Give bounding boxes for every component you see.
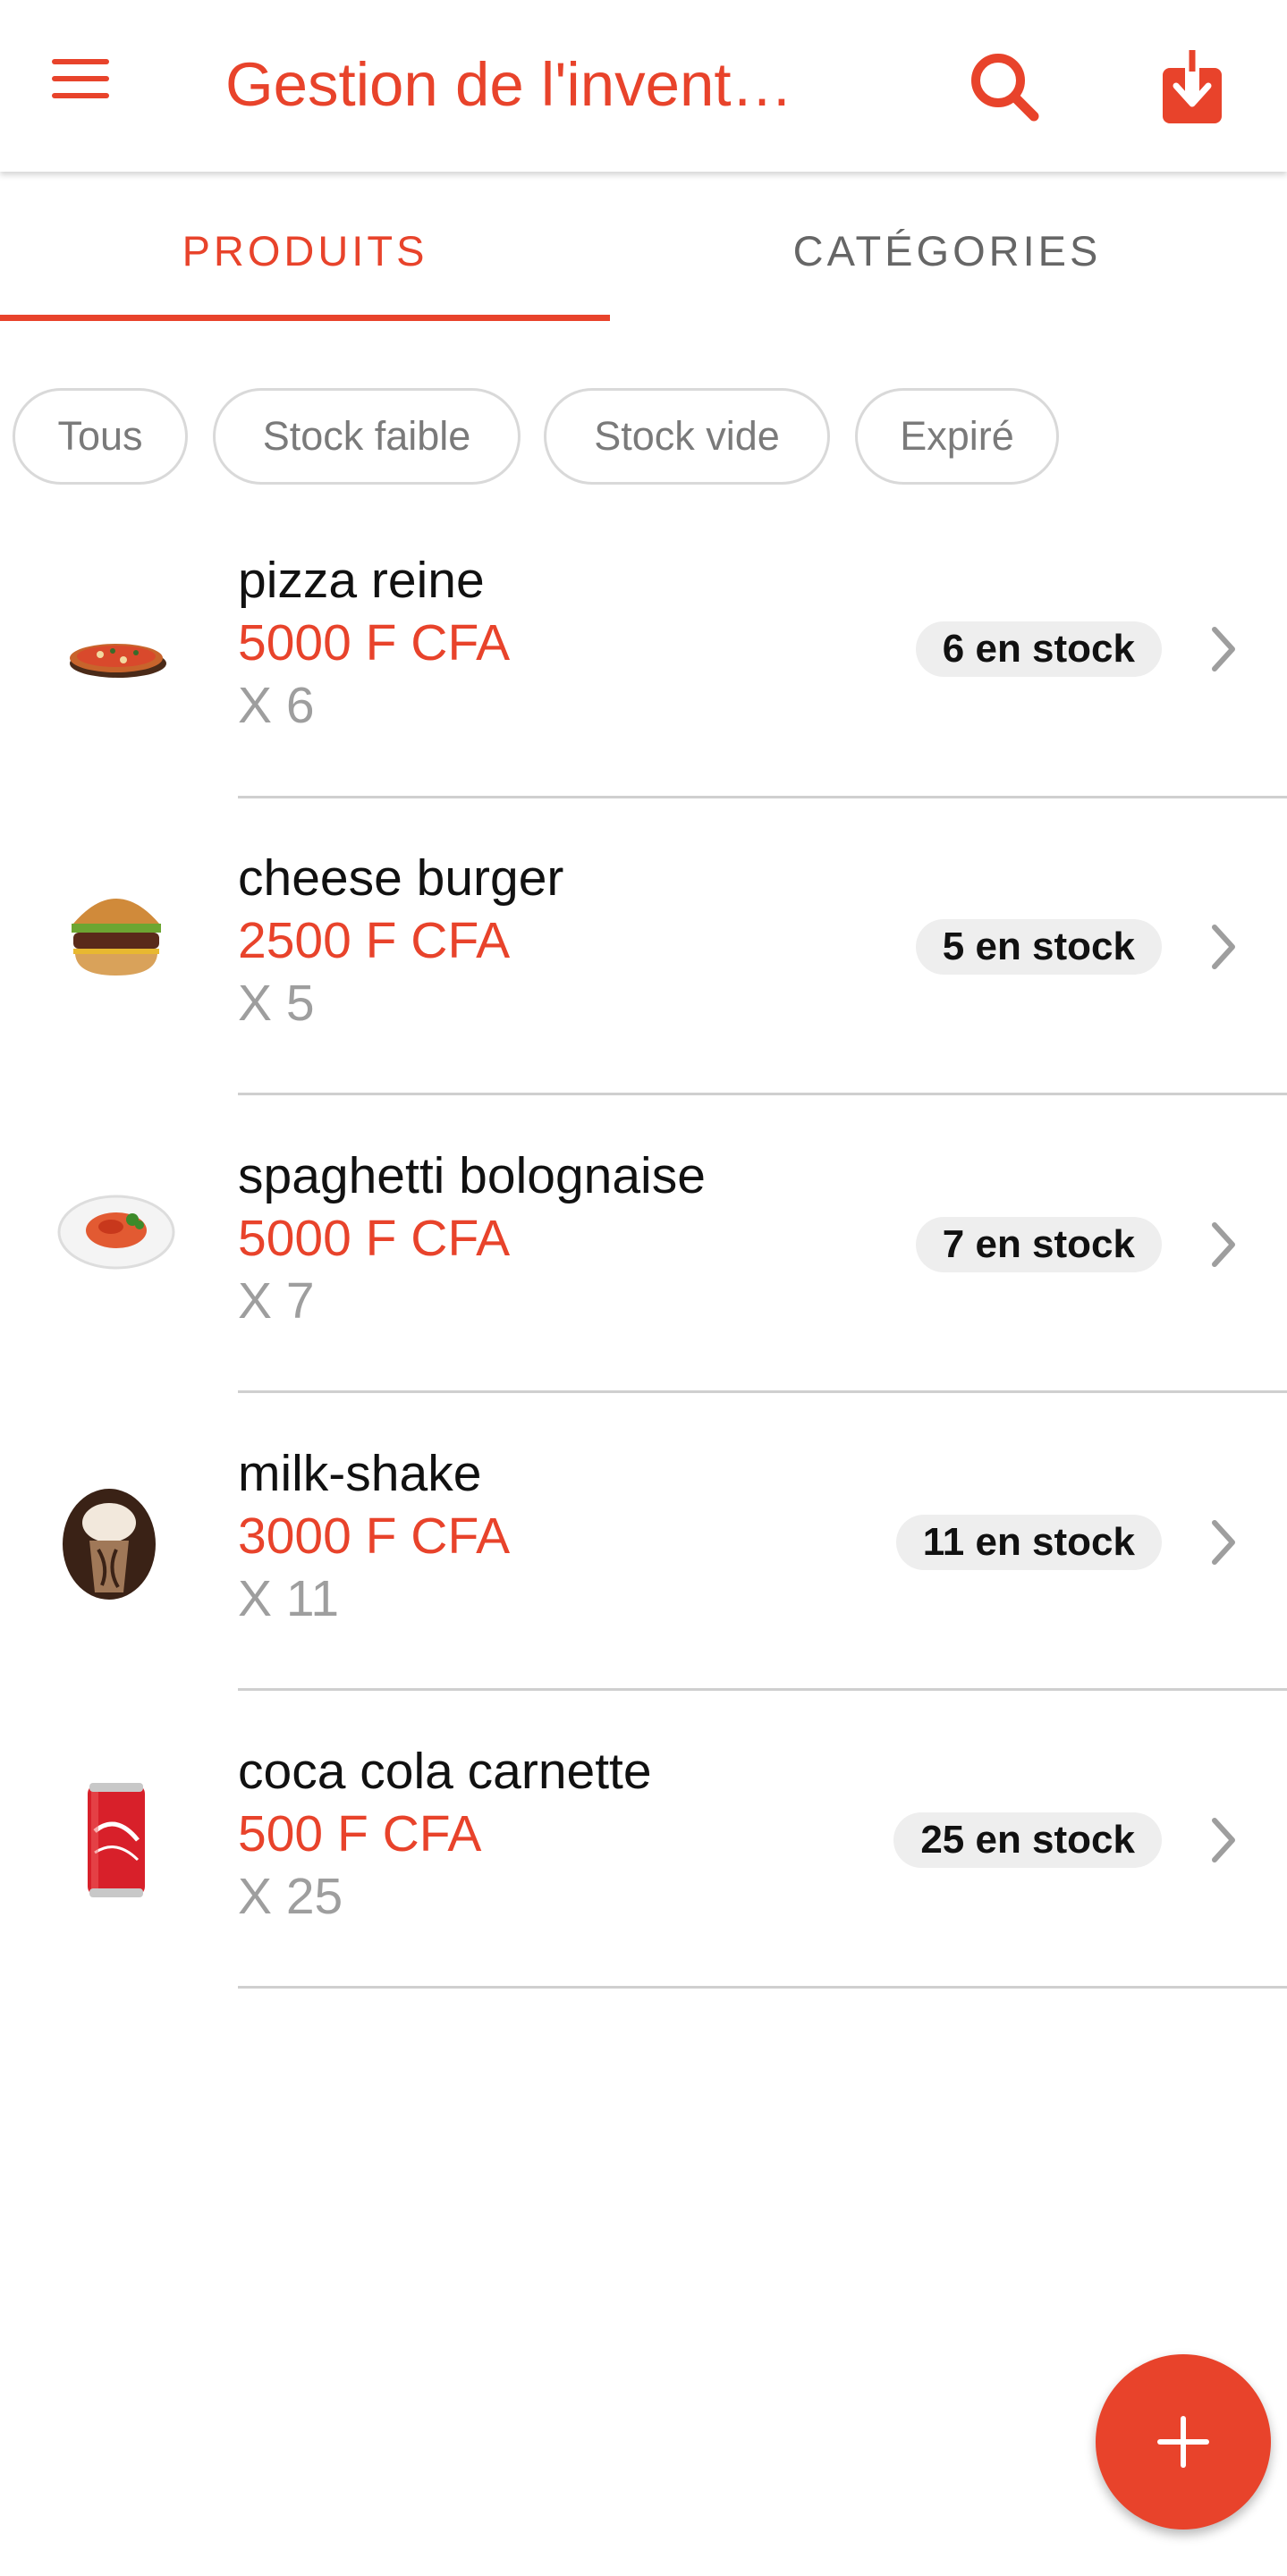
product-name: milk-shake	[238, 1445, 482, 1502]
filter-chip-stock-vide[interactable]: Stock vide	[544, 388, 830, 485]
app-bar: Gestion de l'invent…	[0, 0, 1287, 172]
page-title: Gestion de l'invent…	[225, 50, 793, 119]
product-name: coca cola carnette	[238, 1743, 652, 1800]
search-button[interactable]	[964, 46, 1045, 127]
list-item[interactable]: milk-shake 3000 F CFA X 11 11 en stock	[0, 1430, 1287, 1727]
menu-icon	[52, 59, 123, 98]
milkshake-thumbnail	[63, 1489, 156, 1600]
list-item[interactable]: spaghetti bolognaise 5000 F CFA X 7 7 en…	[0, 1132, 1287, 1430]
product-price: 500 F CFA	[238, 1805, 482, 1862]
product-quantity: X 7	[238, 1272, 315, 1330]
stock-badge: 25 en stock	[893, 1812, 1162, 1868]
product-name: pizza reine	[238, 552, 485, 609]
product-price: 5000 F CFA	[238, 1210, 511, 1267]
stock-badge: 6 en stock	[915, 621, 1162, 677]
product-price: 3000 F CFA	[238, 1508, 511, 1565]
product-quantity: X 25	[238, 1868, 343, 1925]
pizza-thumbnail	[70, 644, 166, 678]
filter-chip-tous[interactable]: Tous	[13, 388, 188, 485]
tab-bar: PRODUITS CATÉGORIES	[0, 175, 1287, 325]
product-quantity: X 5	[238, 975, 315, 1032]
chevron-right-icon	[1212, 1818, 1235, 1862]
product-name: cheese burger	[238, 849, 564, 907]
spaghetti-thumbnail	[57, 1195, 175, 1270]
row-divider	[238, 1688, 1287, 1691]
download-icon	[1163, 50, 1222, 123]
row-divider	[238, 1986, 1287, 1989]
row-divider	[238, 1093, 1287, 1095]
tab-produits[interactable]: PRODUITS	[0, 175, 610, 325]
row-divider	[238, 796, 1287, 798]
stock-badge: 7 en stock	[915, 1217, 1162, 1272]
tab-categories[interactable]: CATÉGORIES	[642, 175, 1252, 325]
product-name: spaghetti bolognaise	[238, 1147, 706, 1204]
chevron-right-icon	[1212, 627, 1235, 671]
add-product-button[interactable]	[1096, 2354, 1271, 2530]
row-divider	[238, 1390, 1287, 1393]
search-icon	[971, 54, 1039, 122]
list-item[interactable]: cheese burger 2500 F CFA X 5 5 en stock	[0, 834, 1287, 1132]
product-price: 2500 F CFA	[238, 912, 511, 969]
filter-chip-expire[interactable]: Expiré	[855, 388, 1059, 485]
list-item[interactable]: coca cola carnette 500 F CFA X 25 25 en …	[0, 1727, 1287, 2025]
menu-button[interactable]	[52, 59, 123, 114]
product-price: 5000 F CFA	[238, 614, 511, 671]
chevron-right-icon	[1212, 1222, 1235, 1267]
download-button[interactable]	[1152, 45, 1232, 125]
chevron-right-icon	[1212, 925, 1235, 969]
product-quantity: X 6	[238, 677, 315, 734]
stock-badge: 5 en stock	[915, 919, 1162, 975]
plus-icon	[1157, 2416, 1209, 2468]
stock-badge: 11 en stock	[895, 1515, 1162, 1570]
filter-chip-stock-faible[interactable]: Stock faible	[213, 388, 521, 485]
list-item[interactable]: pizza reine 5000 F CFA X 6 6 en stock	[0, 536, 1287, 834]
chevron-right-icon	[1212, 1520, 1235, 1565]
product-quantity: X 11	[238, 1570, 340, 1627]
active-tab-indicator	[0, 315, 610, 321]
burger-thumbnail	[72, 899, 161, 976]
soda-can-thumbnail	[88, 1783, 145, 1897]
